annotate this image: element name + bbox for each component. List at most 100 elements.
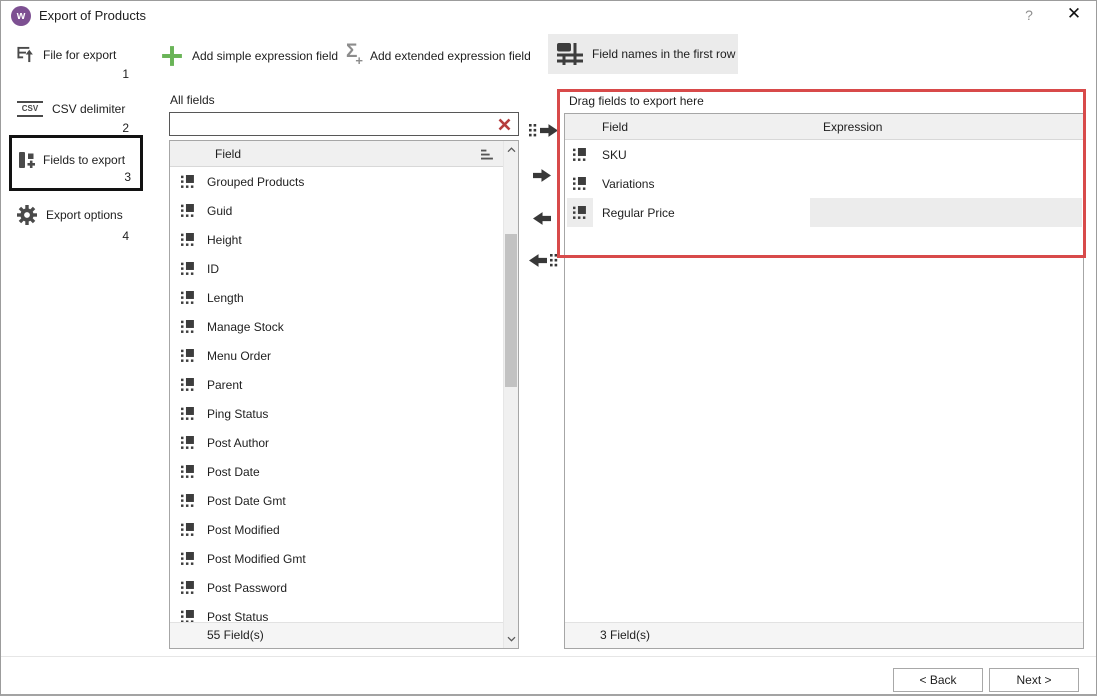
table-header-icon	[557, 43, 583, 65]
sidebar-item-file-for-export[interactable]: File for export 1	[9, 46, 135, 81]
all-fields-list: Field Grouped Products Guid Height ID Le…	[169, 140, 519, 649]
arrow-right-icon	[540, 123, 558, 138]
list-item[interactable]: Ping Status	[170, 399, 503, 428]
window-title: Export of Products	[39, 8, 146, 23]
scroll-down-icon[interactable]	[507, 636, 516, 642]
list-item[interactable]: Menu Order	[170, 341, 503, 370]
drag-handle-icon	[181, 291, 195, 305]
footer-divider	[1, 656, 1096, 657]
help-button[interactable]: ?	[1019, 7, 1039, 27]
field-label: Manage Stock	[207, 320, 284, 334]
drag-handle-icon	[573, 148, 587, 162]
field-label: Post Password	[207, 581, 287, 595]
sidebar-item-label: CSV delimiter	[52, 102, 125, 116]
field-label: Post Author	[207, 436, 269, 450]
field-count-status: 3 Field(s)	[565, 622, 1083, 648]
list-item[interactable]: Grouped Products	[170, 167, 503, 196]
sidebar-item-csv-delimiter[interactable]: CSV CSV delimiter 2	[9, 101, 135, 135]
drag-handle-icon	[181, 320, 195, 334]
sort-icon[interactable]	[481, 149, 494, 160]
move-right-button[interactable]	[533, 168, 551, 183]
move-all-right-button[interactable]	[529, 123, 558, 138]
table-header: Field Expression	[565, 114, 1083, 140]
arrow-right-icon	[533, 168, 551, 183]
column-header-field: Field	[215, 147, 241, 161]
sidebar-item-fields-to-export[interactable]: Fields to export 3	[9, 135, 143, 191]
drag-handle-icon	[181, 378, 195, 392]
sigma-plus-icon: Σ+	[346, 42, 363, 68]
drag-handle-icon	[181, 552, 195, 566]
export-dialog: w Export of Products ? ✕ File for export…	[0, 0, 1097, 696]
table-row[interactable]: SKU	[565, 140, 1083, 169]
gear-icon	[17, 205, 37, 225]
drag-handle-icon	[181, 494, 195, 508]
sidebar-item-export-options[interactable]: Export options 4	[9, 205, 135, 243]
export-fields-table: Field Expression SKU Variations Regular …	[564, 113, 1084, 649]
scroll-up-icon[interactable]	[507, 147, 516, 153]
field-rows: Grouped Products Guid Height ID Length M…	[170, 167, 503, 648]
clear-search-icon[interactable]	[498, 118, 511, 131]
list-header[interactable]: Field	[170, 141, 518, 167]
scrollbar-thumb[interactable]	[505, 234, 517, 387]
add-simple-expression-button[interactable]: Add simple expression field	[161, 45, 338, 67]
field-label: Variations	[602, 177, 654, 191]
list-item[interactable]: Height	[170, 225, 503, 254]
add-extended-expression-button[interactable]: Σ+ Add extended expression field	[346, 42, 531, 68]
list-item[interactable]: Post Modified	[170, 515, 503, 544]
search-input[interactable]	[170, 113, 518, 135]
list-item[interactable]: Post Author	[170, 428, 503, 457]
field-count-status: 55 Field(s)	[170, 622, 518, 648]
list-item[interactable]: Post Password	[170, 573, 503, 602]
field-label: Height	[207, 233, 242, 247]
table-row-selected[interactable]: Regular Price	[565, 198, 1083, 227]
drag-handle-icon	[181, 233, 195, 247]
move-left-button[interactable]	[533, 211, 551, 226]
drag-handle-icon	[181, 175, 195, 189]
list-item[interactable]: Post Modified Gmt	[170, 544, 503, 573]
sidebar-item-label: Fields to export	[43, 153, 125, 167]
column-header-field: Field	[602, 120, 628, 134]
field-label: Post Date Gmt	[207, 494, 286, 508]
dots-icon	[550, 254, 558, 267]
field-label: Grouped Products	[207, 175, 304, 189]
field-label: Post Modified Gmt	[207, 552, 306, 566]
step-number: 2	[9, 121, 135, 135]
arrow-left-icon	[529, 253, 547, 268]
field-label: SKU	[602, 148, 627, 162]
drag-handle-icon	[181, 581, 195, 595]
list-item[interactable]: Parent	[170, 370, 503, 399]
dots-icon	[529, 124, 537, 137]
list-item[interactable]: Post Date	[170, 457, 503, 486]
sidebar-item-label: Export options	[46, 208, 123, 222]
drag-handle-icon	[181, 465, 195, 479]
field-names-first-row-toggle[interactable]: Field names in the first row	[548, 34, 738, 74]
arrow-left-icon	[533, 211, 551, 226]
button-label: Add extended expression field	[370, 49, 531, 63]
field-label: Post Modified	[207, 523, 280, 537]
expression-cell[interactable]	[810, 169, 1082, 198]
list-item[interactable]: Post Date Gmt	[170, 486, 503, 515]
list-item[interactable]: ID	[170, 254, 503, 283]
drag-handle-icon	[181, 204, 195, 218]
all-fields-label: All fields	[170, 93, 215, 107]
field-label: Menu Order	[207, 349, 271, 363]
app-logo-icon: w	[11, 6, 31, 26]
list-item[interactable]: Guid	[170, 196, 503, 225]
list-item[interactable]: Length	[170, 283, 503, 312]
expression-cell[interactable]	[810, 198, 1082, 227]
back-button[interactable]: < Back	[893, 668, 983, 692]
field-label: Post Date	[207, 465, 260, 479]
move-all-left-button[interactable]	[529, 253, 558, 268]
field-label: ID	[207, 262, 219, 276]
next-button[interactable]: Next >	[989, 668, 1079, 692]
vertical-scrollbar[interactable]	[503, 141, 518, 648]
expression-cell[interactable]	[810, 140, 1082, 169]
drag-handle-icon	[573, 206, 587, 220]
title-bar: w Export of Products ? ✕	[1, 1, 1096, 31]
export-rows: SKU Variations Regular Price	[565, 140, 1083, 227]
table-row[interactable]: Variations	[565, 169, 1083, 198]
sidebar-item-label: File for export	[43, 48, 116, 62]
close-button[interactable]: ✕	[1061, 4, 1087, 28]
button-label: Add simple expression field	[192, 49, 338, 63]
list-item[interactable]: Manage Stock	[170, 312, 503, 341]
